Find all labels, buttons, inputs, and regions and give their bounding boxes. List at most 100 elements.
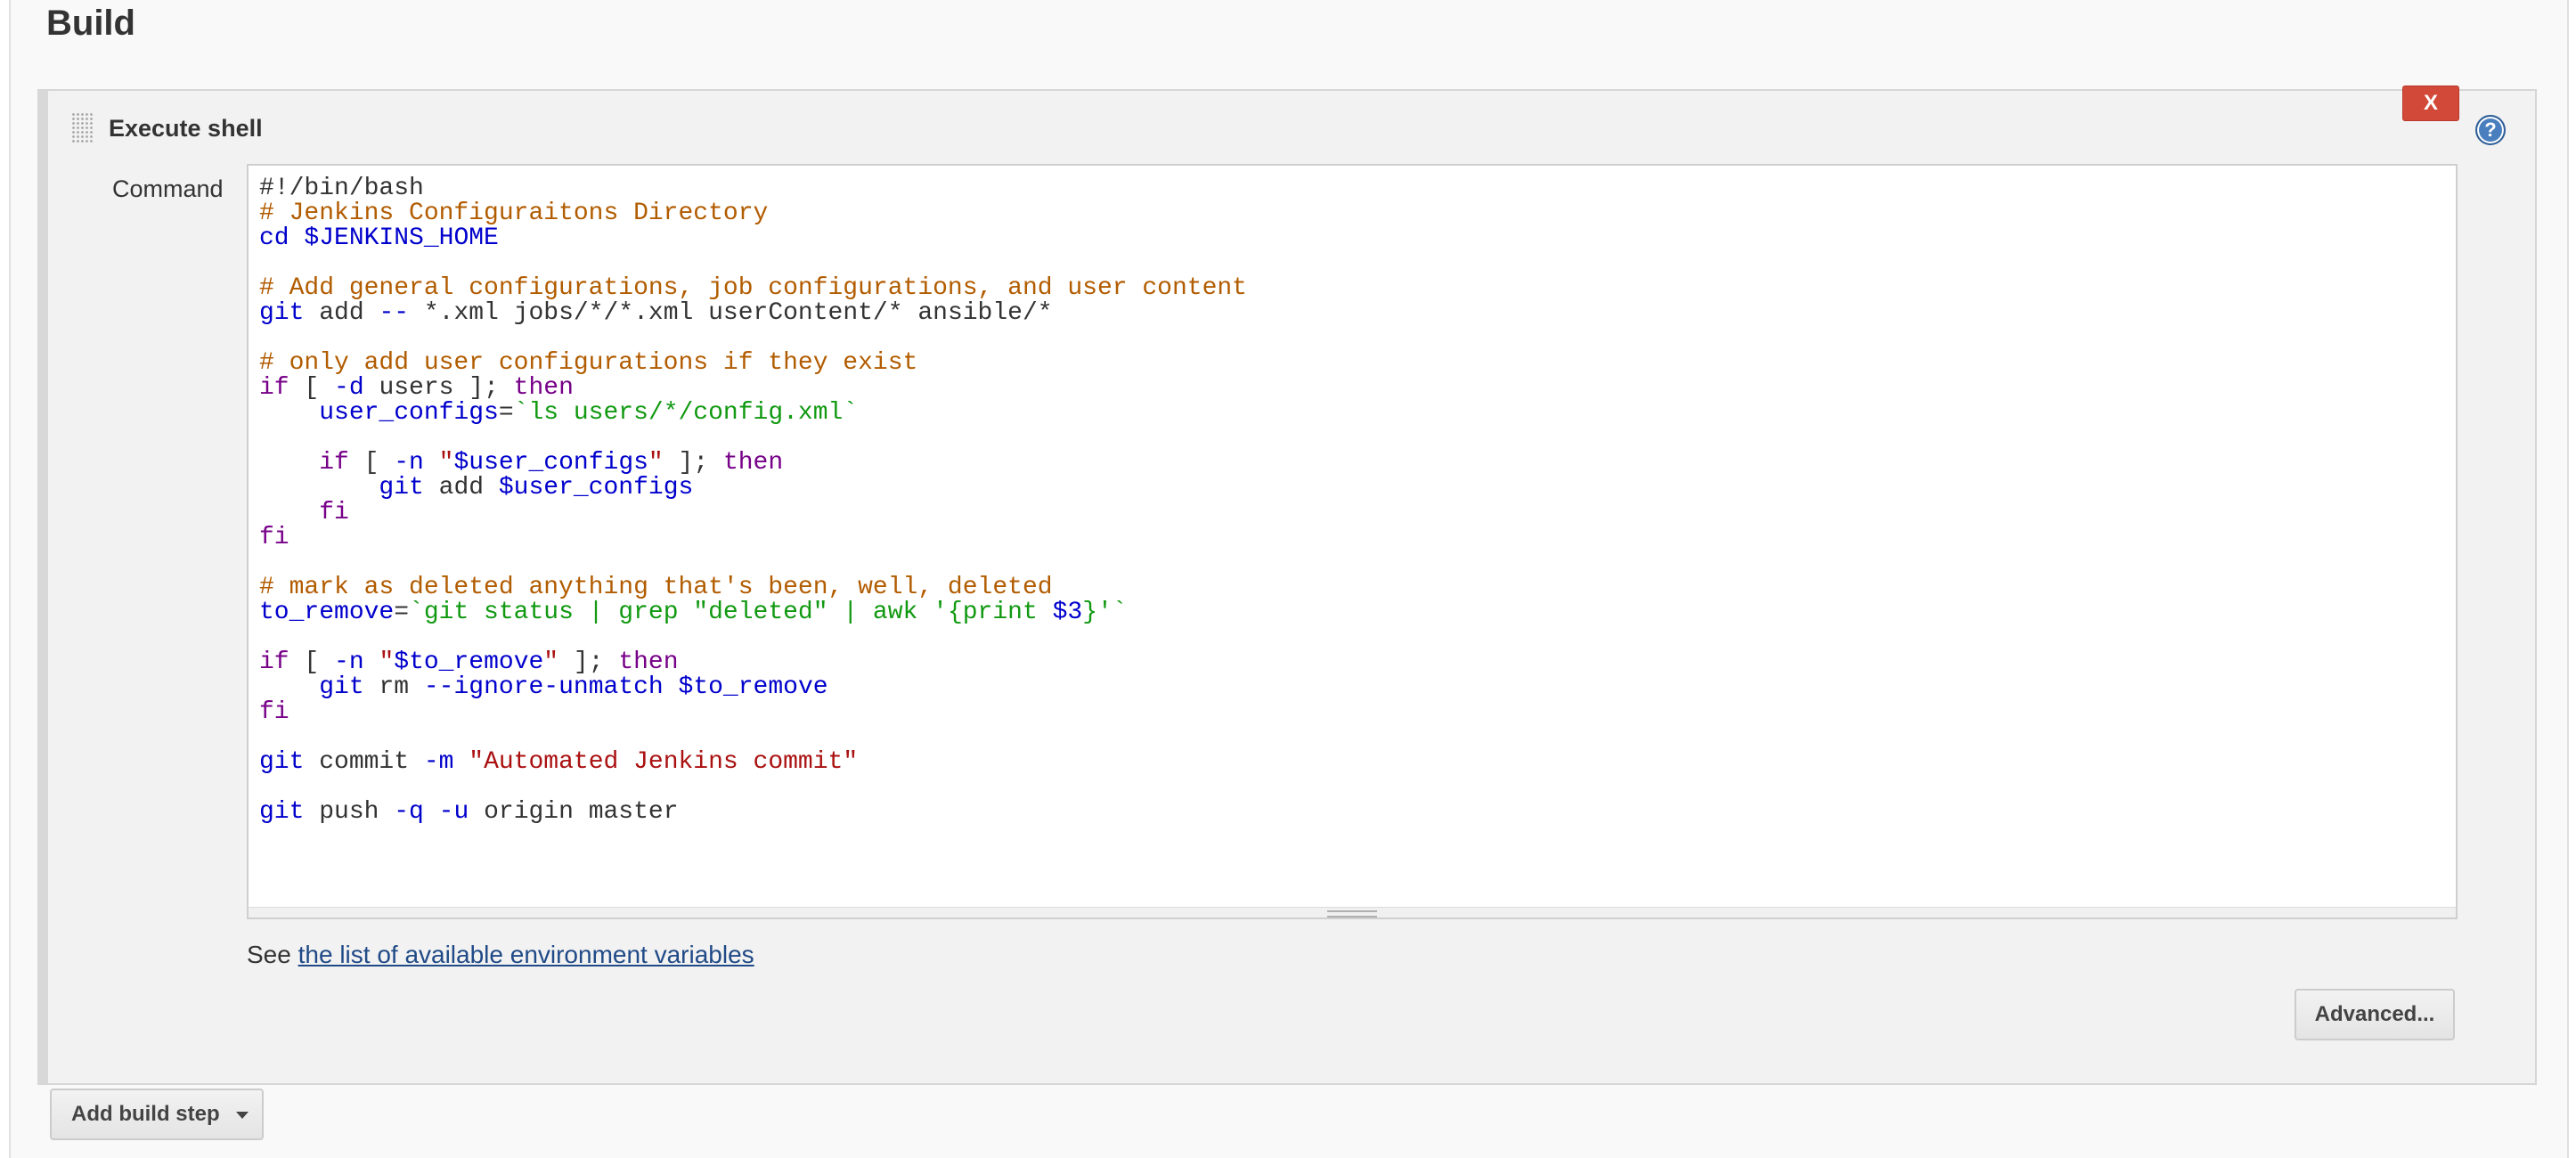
code-line: fi [259,700,1247,725]
code-token: fi [259,524,289,551]
code-token: if [259,648,289,676]
code-token: -n [394,449,424,477]
code-line: user_configs=`ls users/*/config.xml` [259,401,1247,426]
drag-handle-icon[interactable] [71,112,94,144]
help-icon[interactable]: ? [2475,115,2506,145]
advanced-button[interactable]: Advanced... [2295,989,2455,1040]
code-token: " [543,648,559,676]
code-token: " [648,449,664,477]
code-line: fi [259,501,1247,526]
code-token: --ignore-unmatch [423,673,664,701]
code-token: rm [363,673,424,701]
code-line: # Jenkins Configuraitons Directory [259,201,1247,226]
code-line: if [ -d users ]; then [259,376,1247,401]
code-token: if [259,374,289,402]
code-token: # only add user configurations if they e… [259,349,918,377]
code-line: # Add general configurations, job config… [259,276,1247,301]
code-token: -q [394,798,424,826]
code-line: fi [259,526,1247,550]
code-token: cd [259,224,305,252]
code-token: user_configs [319,399,499,427]
code-token: push [304,798,395,826]
env-prefix: See [247,941,298,968]
code-token: *.xml jobs/*/*.xml userContent/* ansible… [409,299,1053,327]
code-line: #!/bin/bash [259,176,1247,201]
code-token: `git status | grep "deleted" | awk '{pri… [409,599,1053,626]
code-token: git [259,748,305,776]
code-token: users ]; [363,374,514,402]
env-vars-text: See the list of available environment va… [247,939,754,971]
code-token: git [379,474,424,502]
resize-grip-icon[interactable] [1327,910,1377,917]
code-token: $JENKINS_HOME [304,224,499,252]
code-token: $to_remove [678,673,828,701]
code-line: git add -- *.xml jobs/*/*.xml userConten… [259,301,1247,326]
code-line: git add $user_configs [259,476,1247,501]
caret-down-icon [235,1111,249,1119]
code-line: if [ -n "$user_configs" ]; then [259,451,1247,476]
code-token: then [722,449,784,477]
code-token: -d [334,374,364,402]
code-token: fi [319,499,349,526]
code-token: $user_configs [453,449,648,477]
code-token: origin master [469,798,679,826]
code-token: # Jenkins Configuraitons Directory [259,200,769,227]
code-token: = [498,399,514,427]
code-token: " [438,449,454,477]
code-token: fi [259,698,289,726]
code-token: = [394,599,410,626]
code-line: git commit -m "Automated Jenkins commit" [259,750,1247,775]
code-token: $user_configs [498,474,694,502]
code-token: [ [348,449,395,477]
code-line: # only add user configurations if they e… [259,351,1247,376]
code-line: # mark as deleted anything that's been, … [259,575,1247,600]
code-token: git [259,798,305,826]
code-line: git push -q -u origin master [259,800,1247,825]
code-token: -- [379,299,410,327]
code-token: $to_remove [394,648,544,676]
code-token: # mark as deleted anything that's been, … [259,574,1053,601]
code-token: ]; [663,449,723,477]
code-token: #!/bin/bash [259,175,424,202]
code-token: git [319,673,364,701]
code-token: " [379,648,395,676]
code-token: then [618,648,679,676]
code-token: add [423,474,499,502]
code-line: git rm --ignore-unmatch $to_remove [259,675,1247,700]
env-vars-link[interactable]: the list of available environment variab… [298,941,754,968]
code-token: if [319,449,349,477]
code-token: -u [438,798,469,826]
code-token: git [259,299,305,327]
code-token: -m [423,748,454,776]
add-build-step-label: Add build step [71,1102,220,1126]
code-token: "Automated Jenkins commit" [469,748,859,776]
code-token: $3 [1052,599,1083,626]
add-build-step-button[interactable]: Add build step [50,1089,264,1140]
code-token: then [513,374,574,402]
code-token: `ls users/*/config.xml` [513,399,859,427]
section-title: Build [46,4,135,43]
code-line: if [ -n "$to_remove" ]; then [259,650,1247,675]
command-code[interactable]: #!/bin/bash # Jenkins Configuraitons Dire… [259,176,1247,825]
code-token: ]; [558,648,619,676]
code-token: # Add general configurations, job config… [259,274,1247,302]
command-editor[interactable]: #!/bin/bash # Jenkins Configuraitons Dire… [247,164,2458,910]
code-line: to_remove=`git status | grep "deleted" |… [259,600,1247,625]
delete-step-button[interactable]: X [2402,86,2459,121]
code-token: [ [289,374,335,402]
code-token: -n [334,648,364,676]
code-token: add [304,299,379,327]
